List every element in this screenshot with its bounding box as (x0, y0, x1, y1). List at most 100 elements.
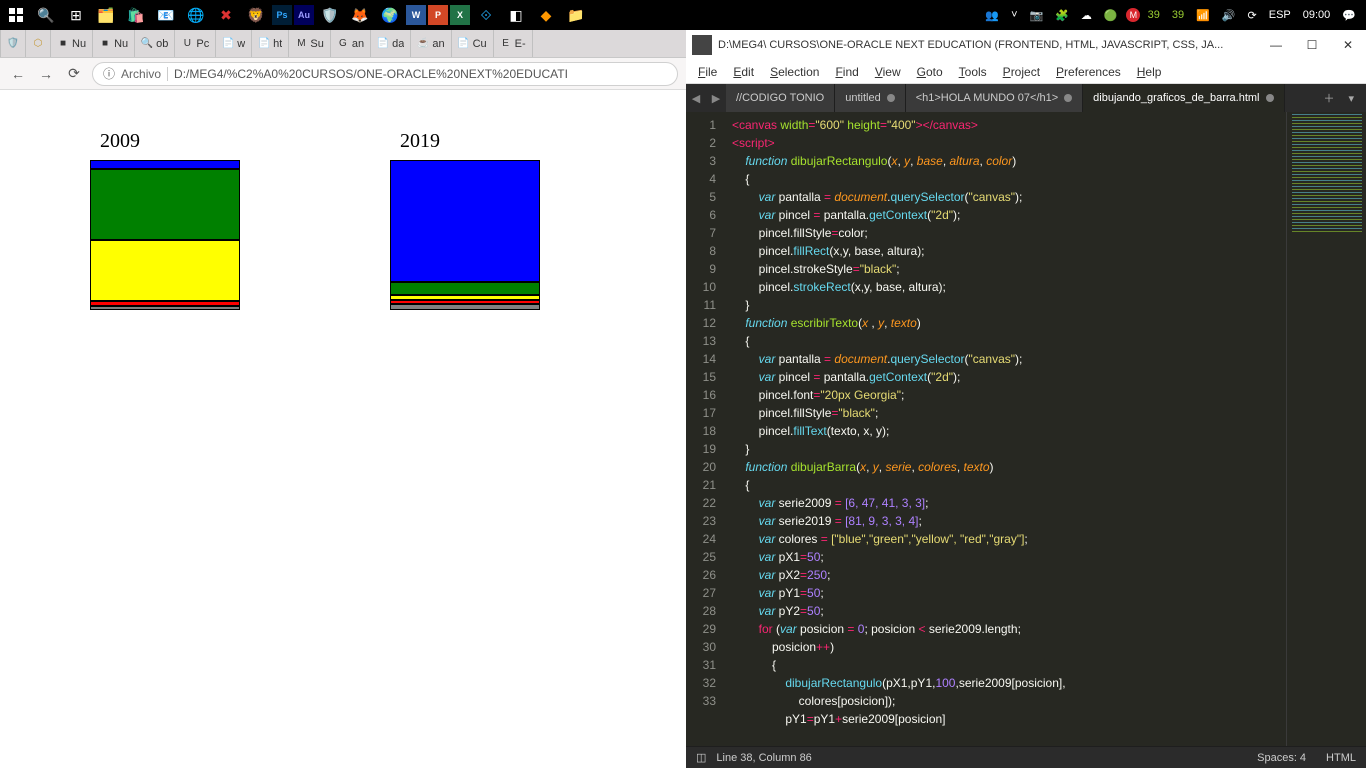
tray-icon-1[interactable]: 📷 (1026, 9, 1048, 22)
menu-selection[interactable]: Selection (762, 63, 827, 81)
people-icon[interactable]: 👥 (981, 9, 1003, 22)
browser-rewards[interactable]: ⬡ (26, 30, 51, 57)
new-tab-button[interactable]: ＋ (1317, 90, 1340, 106)
tab-label: E- (515, 38, 526, 50)
mail-icon[interactable]: 📧 (152, 1, 180, 29)
tab-label: Nu (114, 38, 128, 50)
brave-icon[interactable]: 🛡️ (316, 1, 344, 29)
chevron-up-icon[interactable]: ˅ (1007, 9, 1021, 21)
notifications-icon[interactable]: 💬 (1338, 9, 1360, 22)
globe-icon[interactable]: 🌍 (376, 1, 404, 29)
menu-view[interactable]: View (867, 63, 909, 81)
menu-goto[interactable]: Goto (909, 63, 951, 81)
menu-edit[interactable]: Edit (725, 63, 762, 81)
browser-tab[interactable]: Gan (331, 30, 371, 57)
lang-indicator[interactable]: ESP (1265, 9, 1295, 21)
search-icon[interactable]: 🔍 (32, 1, 60, 29)
window-title: D:\MEG4\ CURSOS\ONE-ORACLE NEXT EDUCATIO… (718, 39, 1258, 51)
browser-tab[interactable]: EE- (494, 30, 533, 57)
volume-icon[interactable]: 🔊 (1218, 9, 1240, 22)
editor-tab[interactable]: //CODIGO TONIO (726, 84, 835, 112)
explorer-icon[interactable]: 🗂️ (92, 1, 120, 29)
browser-tab[interactable]: 📄Cu (452, 30, 494, 57)
browser-tab[interactable]: MSu (289, 30, 330, 57)
wifi-icon[interactable]: 📶 (1192, 9, 1214, 22)
menu-help[interactable]: Help (1129, 63, 1170, 81)
clock[interactable]: 09:00 (1299, 9, 1335, 21)
maximize-button[interactable]: ☐ (1294, 30, 1330, 60)
browser-tabstrip: 🛡️ ⬡ ■Nu■Nu🔍obUPc📄w📄htMSuGan📄da☕an📄CuEE- (0, 30, 686, 58)
address-bar[interactable]: ⓘ Archivo D:/MEG4/%C2%A0%20CURSOS/ONE-OR… (92, 62, 678, 86)
minimize-button[interactable]: — (1258, 30, 1294, 60)
excel-icon[interactable]: X (450, 5, 470, 25)
menu-tools[interactable]: Tools (951, 63, 995, 81)
photoshop-icon[interactable]: Ps (272, 5, 292, 25)
browser-tab[interactable]: ☕an (411, 30, 451, 57)
tab-prev-icon[interactable]: ◀ (686, 92, 706, 105)
browser-tab[interactable]: 📄w (216, 30, 252, 57)
menu-preferences[interactable]: Preferences (1048, 63, 1129, 81)
favicon-icon: ☕ (417, 38, 429, 50)
browser-tab[interactable]: 🔍ob (135, 30, 175, 57)
browser-shield[interactable]: 🛡️ (0, 30, 26, 57)
sync-icon[interactable]: ⟳ (1244, 9, 1261, 22)
back-button[interactable]: ← (8, 64, 28, 84)
minimap[interactable] (1286, 112, 1366, 746)
chart-segment (390, 304, 540, 310)
browser-tab[interactable]: ■Nu (51, 30, 93, 57)
lion-icon[interactable]: 🦁 (242, 1, 270, 29)
store-icon[interactable]: 🛍️ (122, 1, 150, 29)
tab-menu-icon[interactable]: ▾ (1342, 92, 1360, 105)
favicon-icon: ■ (99, 38, 111, 50)
taskbar-right: 👥 ˅ 📷 🧩 ☁ 🟢 M 39 39 📶 🔊 ⟳ ESP 09:00 💬 (981, 8, 1366, 22)
onedrive-icon[interactable]: ☁ (1077, 9, 1096, 22)
tab-next-icon[interactable]: ▶ (706, 92, 726, 105)
taskview-icon[interactable]: ⊞ (62, 1, 90, 29)
browser-tab[interactable]: 📄da (371, 30, 411, 57)
code-content[interactable]: <canvas width="600" height="400"></canva… (726, 112, 1286, 746)
firefox-icon[interactable]: 🦊 (346, 1, 374, 29)
forward-button[interactable]: → (36, 64, 56, 84)
app-icon-1[interactable]: ◧ (502, 1, 530, 29)
start-icon[interactable] (2, 1, 30, 29)
tab-actions: ＋ ▾ (1317, 90, 1366, 106)
mega-icon[interactable]: M (1126, 8, 1140, 22)
edge-icon[interactable]: 🌐 (182, 1, 210, 29)
panel-icon[interactable]: ◫ (696, 751, 706, 764)
vscode-icon[interactable]: ⟐ (472, 1, 500, 29)
tray-icon-3[interactable]: 🟢 (1100, 9, 1122, 22)
status-lang[interactable]: HTML (1326, 752, 1356, 764)
sublime-icon[interactable]: ◆ (532, 1, 560, 29)
reload-button[interactable]: ⟳ (64, 64, 84, 84)
editor-tab[interactable]: <h1>HOLA MUNDO 07</h1> (906, 84, 1083, 112)
favicon-icon: ■ (57, 38, 69, 50)
menu-find[interactable]: Find (827, 63, 866, 81)
audition-icon[interactable]: Au (294, 5, 314, 25)
dirty-dot-icon (1064, 94, 1072, 102)
tab-label: Nu (72, 38, 86, 50)
tab-label: Cu (473, 38, 487, 50)
favicon-icon: 📄 (377, 38, 389, 50)
word-icon[interactable]: W (406, 5, 426, 25)
powerpoint-icon[interactable]: P (428, 5, 448, 25)
status-spaces[interactable]: Spaces: 4 (1257, 752, 1306, 764)
menu-file[interactable]: File (690, 63, 725, 81)
line-gutter: 1234567891011121314151617181920212223242… (686, 112, 726, 746)
browser-tab[interactable]: 📄ht (252, 30, 289, 57)
temp-gpu: 39 (1144, 9, 1164, 21)
browser-window: 🛡️ ⬡ ■Nu■Nu🔍obUPc📄w📄htMSuGan📄da☕an📄CuEE-… (0, 30, 686, 768)
close-button[interactable]: ✕ (1330, 30, 1366, 60)
folder-icon[interactable]: 📁 (562, 1, 590, 29)
editor-tabstrip: ◀ ▶ //CODIGO TONIO untitled <h1>HOLA MUNDO… (686, 84, 1366, 112)
menu-project[interactable]: Project (995, 63, 1048, 81)
favicon-icon: 📄 (258, 38, 270, 50)
tray-icon-2[interactable]: 🧩 (1051, 9, 1073, 22)
browser-tab[interactable]: ■Nu (93, 30, 135, 57)
editor-tab[interactable]: dibujando_graficos_de_barra.html (1083, 84, 1284, 112)
app-x-icon[interactable]: ✖ (212, 1, 240, 29)
browser-tab[interactable]: UPc (175, 30, 216, 57)
protocol-label: Archivo (121, 67, 161, 81)
editor-tab[interactable]: untitled (835, 84, 905, 112)
tab-label: untitled (845, 92, 880, 104)
status-position[interactable]: Line 38, Column 86 (716, 752, 811, 764)
